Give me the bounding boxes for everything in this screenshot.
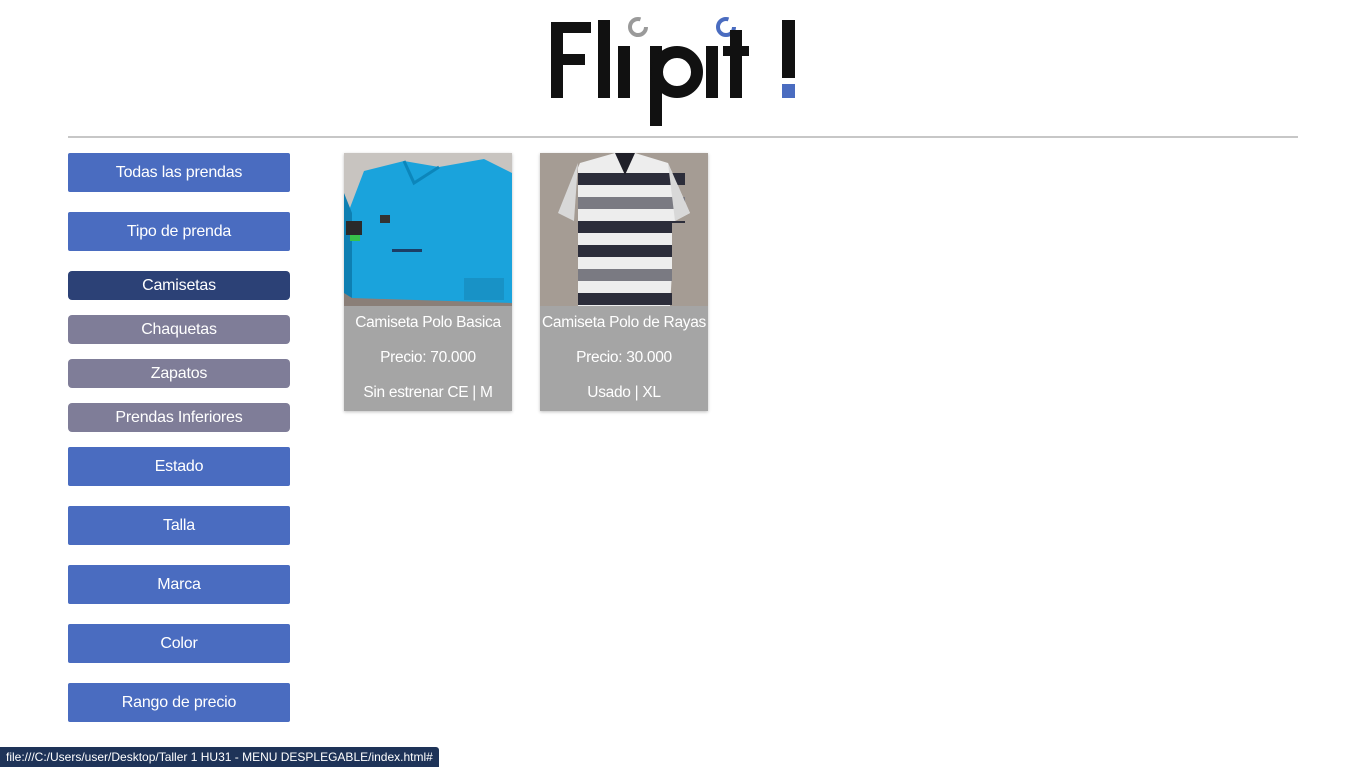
striped-polo-shirt-image bbox=[540, 153, 708, 306]
blue-polo-shirt-image bbox=[344, 153, 512, 306]
product-name: Camiseta Polo de Rayas bbox=[542, 314, 706, 331]
filter-brand-button[interactable]: Marca bbox=[68, 565, 290, 604]
product-card[interactable]: Camiseta Polo de Rayas Precio: 30.000 Us… bbox=[540, 153, 708, 411]
filter-color-button[interactable]: Color bbox=[68, 624, 290, 663]
filter-size-button[interactable]: Talla bbox=[68, 506, 290, 545]
header-divider bbox=[68, 136, 1298, 138]
product-price: Precio: 30.000 bbox=[576, 349, 672, 366]
flipit-logo-icon bbox=[550, 17, 795, 126]
filter-item-type-button[interactable]: Tipo de prenda bbox=[68, 212, 290, 251]
product-price: Precio: 70.000 bbox=[380, 349, 476, 366]
brand-logo bbox=[0, 4, 1365, 128]
filter-condition-button[interactable]: Estado bbox=[68, 447, 290, 486]
submenu-prendas-inferiores[interactable]: Prendas Inferiores bbox=[68, 403, 290, 432]
product-name: Camiseta Polo Basica bbox=[355, 314, 501, 331]
product-details: Sin estrenar CE | M bbox=[363, 384, 493, 401]
filter-price-range-button[interactable]: Rango de precio bbox=[68, 683, 290, 722]
submenu-camisetas[interactable]: Camisetas bbox=[68, 271, 290, 300]
submenu-chaquetas[interactable]: Chaquetas bbox=[68, 315, 290, 344]
product-card[interactable]: Camiseta Polo Basica Precio: 70.000 Sin … bbox=[344, 153, 512, 411]
filter-all-items-button[interactable]: Todas las prendas bbox=[68, 153, 290, 192]
browser-status-url: file:///C:/Users/user/Desktop/Taller 1 H… bbox=[0, 747, 439, 767]
product-details: Usado | XL bbox=[587, 384, 661, 401]
submenu-zapatos[interactable]: Zapatos bbox=[68, 359, 290, 388]
